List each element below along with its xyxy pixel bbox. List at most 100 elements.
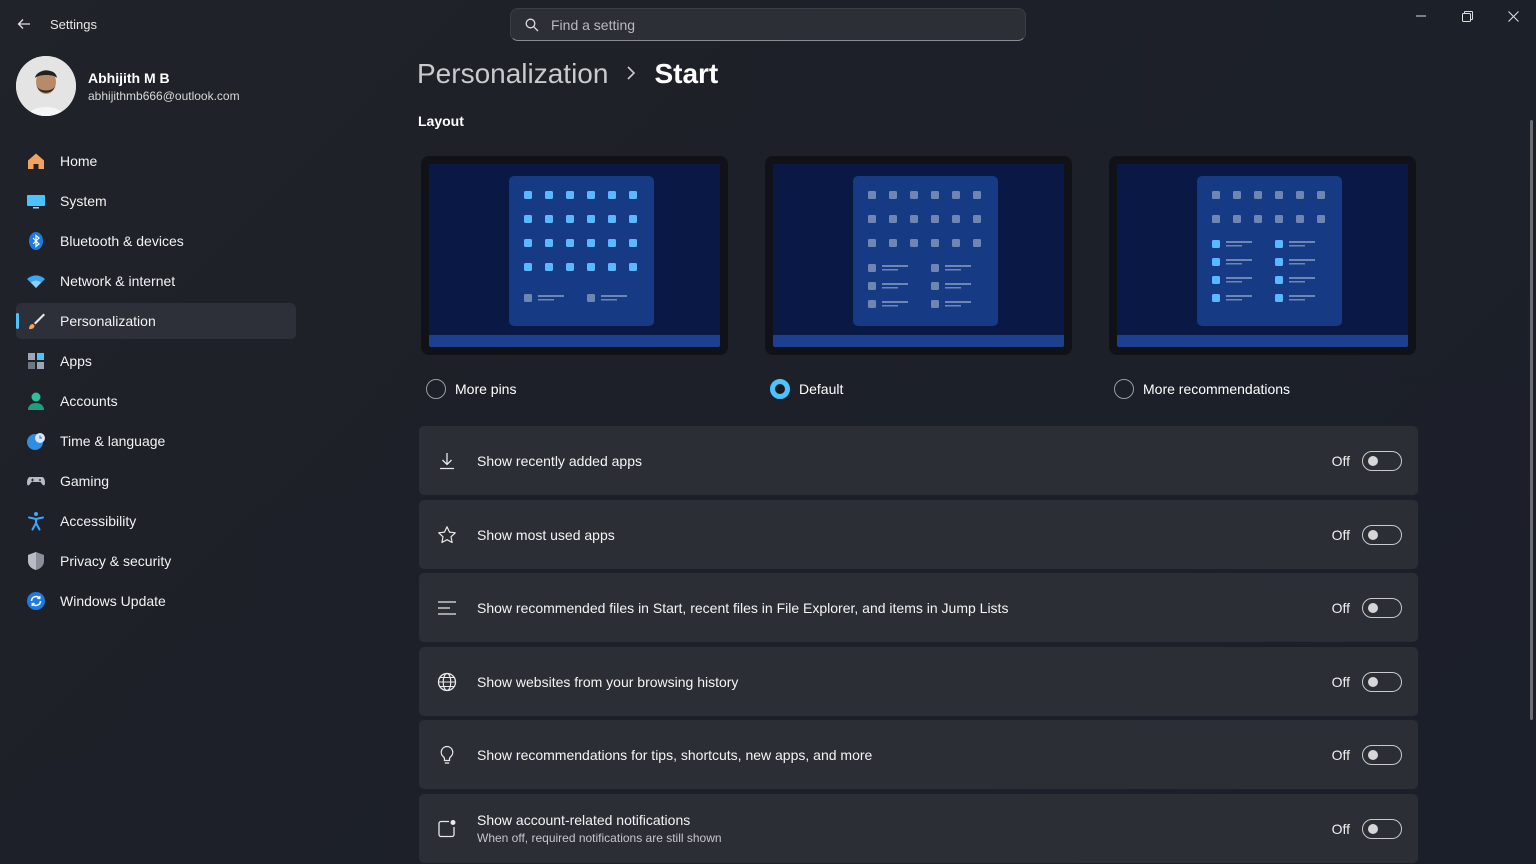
bluetooth-icon [26,231,46,251]
setting-label: Show recommendations for tips, shortcuts… [477,746,873,763]
setting-account-notifications[interactable]: Show account-related notifications When … [419,794,1418,863]
person-icon [26,391,46,411]
start-preview-screen [773,164,1064,347]
layout-option-more-pins[interactable]: More pins [426,379,516,399]
toggle-switch[interactable] [1362,524,1402,545]
setting-tips-recommendations[interactable]: Show recommendations for tips, shortcuts… [419,720,1418,789]
layout-section-title: Layout [418,113,464,129]
sidebar-item-label: System [60,193,107,209]
back-button[interactable] [12,12,36,36]
sidebar-item-label: Windows Update [60,593,166,609]
shield-icon [26,551,46,571]
profile-name: Abhijith M B [88,70,170,86]
avatar[interactable] [16,56,76,116]
setting-label: Show websites from your browsing history [477,673,739,690]
start-menu-preview [853,176,998,326]
sidebar-item-gaming[interactable]: Gaming [16,463,296,499]
sidebar-nav: Home System Bluetooth & devices Network … [16,143,296,623]
breadcrumb: Personalization Start [417,58,718,90]
radio-label: More pins [455,381,517,397]
taskbar-preview [429,335,720,347]
update-icon [26,591,46,611]
toggle-switch[interactable] [1362,744,1402,765]
sidebar-item-label: Accessibility [60,513,137,529]
toggle-state-label: Off [1331,526,1350,543]
notification-icon [419,819,475,839]
setting-browsing-history-websites[interactable]: Show websites from your browsing history… [419,647,1418,716]
search-icon [525,18,539,31]
sidebar-item-accounts[interactable]: Accounts [16,383,296,419]
sidebar-item-label: Home [60,153,98,169]
page-title: Start [654,58,719,89]
sidebar-item-label: Apps [60,353,92,369]
sidebar-item-apps[interactable]: Apps [16,343,296,379]
toggle-switch[interactable] [1362,671,1402,692]
profile-email: abhijithmb666@outlook.com [88,89,240,103]
accessibility-icon [26,511,46,531]
search-box[interactable] [510,8,1026,41]
radio-button-selected[interactable] [770,379,790,399]
toggle-state-label: Off [1331,673,1350,690]
start-menu-preview [509,176,654,326]
radio-label: Default [799,381,844,397]
list-icon [419,598,475,618]
globe-clock-icon [26,431,46,451]
setting-label: Show account-related notifications [477,812,691,828]
setting-sublabel: When off, required notifications are sti… [477,831,722,845]
sidebar-item-privacy-security[interactable]: Privacy & security [16,543,296,579]
radio-button[interactable] [1114,379,1134,399]
start-preview-screen [1117,164,1408,347]
minimize-button[interactable] [1398,0,1444,32]
setting-recently-added-apps[interactable]: Show recently added apps Off [419,426,1418,495]
breadcrumb-parent[interactable]: Personalization [417,58,608,90]
setting-label: Show recommended files in Start, recent … [477,599,1009,616]
sidebar-item-label: Network & internet [60,273,176,289]
setting-recommended-files[interactable]: Show recommended files in Start, recent … [419,573,1418,642]
download-icon [419,451,475,471]
start-menu-preview [1197,176,1342,326]
brush-icon [26,311,46,331]
sidebar-item-label: Personalization [60,313,156,329]
scrollbar[interactable] [1530,120,1533,720]
sidebar-item-bluetooth[interactable]: Bluetooth & devices [16,223,296,259]
sidebar-item-home[interactable]: Home [16,143,296,179]
layout-option-default[interactable]: Default [770,379,843,399]
globe-icon [419,672,475,692]
controller-icon [26,471,46,491]
sidebar-item-system[interactable]: System [16,183,296,219]
sidebar-item-windows-update[interactable]: Windows Update [16,583,296,619]
taskbar-preview [773,335,1064,347]
layout-preview-default[interactable] [765,156,1072,355]
layout-preview-more-recommendations[interactable] [1109,156,1416,355]
layout-option-more-recommendations[interactable]: More recommendations [1114,379,1290,399]
sidebar-item-accessibility[interactable]: Accessibility [16,503,296,539]
sidebar-item-time-language[interactable]: Time & language [16,423,296,459]
toggle-switch[interactable] [1362,450,1402,471]
back-arrow-icon [17,19,30,29]
setting-most-used-apps[interactable]: Show most used apps Off [419,500,1418,569]
apps-icon [26,351,46,371]
sidebar-item-label: Time & language [60,433,166,449]
start-preview-screen [429,164,720,347]
sidebar-item-label: Accounts [60,393,118,409]
radio-label: More recommendations [1143,381,1291,397]
monitor-icon [26,191,46,211]
layout-preview-more-pins[interactable] [421,156,728,355]
setting-label-group: Show account-related notifications When … [475,812,1332,845]
toggle-switch[interactable] [1362,597,1402,618]
search-input[interactable] [551,16,991,33]
sidebar-item-personalization[interactable]: Personalization [16,303,296,339]
setting-label: Show most used apps [477,526,615,543]
title-bar: Settings [0,0,1536,48]
sidebar-item-network[interactable]: Network & internet [16,263,296,299]
close-button[interactable] [1490,0,1536,32]
sidebar-item-label: Privacy & security [60,553,172,569]
minimize-icon [1416,15,1426,17]
setting-label: Show recently added apps [477,452,642,469]
sidebar-item-label: Gaming [60,473,110,489]
restore-button[interactable] [1444,0,1490,32]
radio-button[interactable] [426,379,446,399]
close-icon [1507,10,1519,22]
toggle-switch[interactable] [1362,818,1402,839]
user-photo-icon [16,56,76,116]
